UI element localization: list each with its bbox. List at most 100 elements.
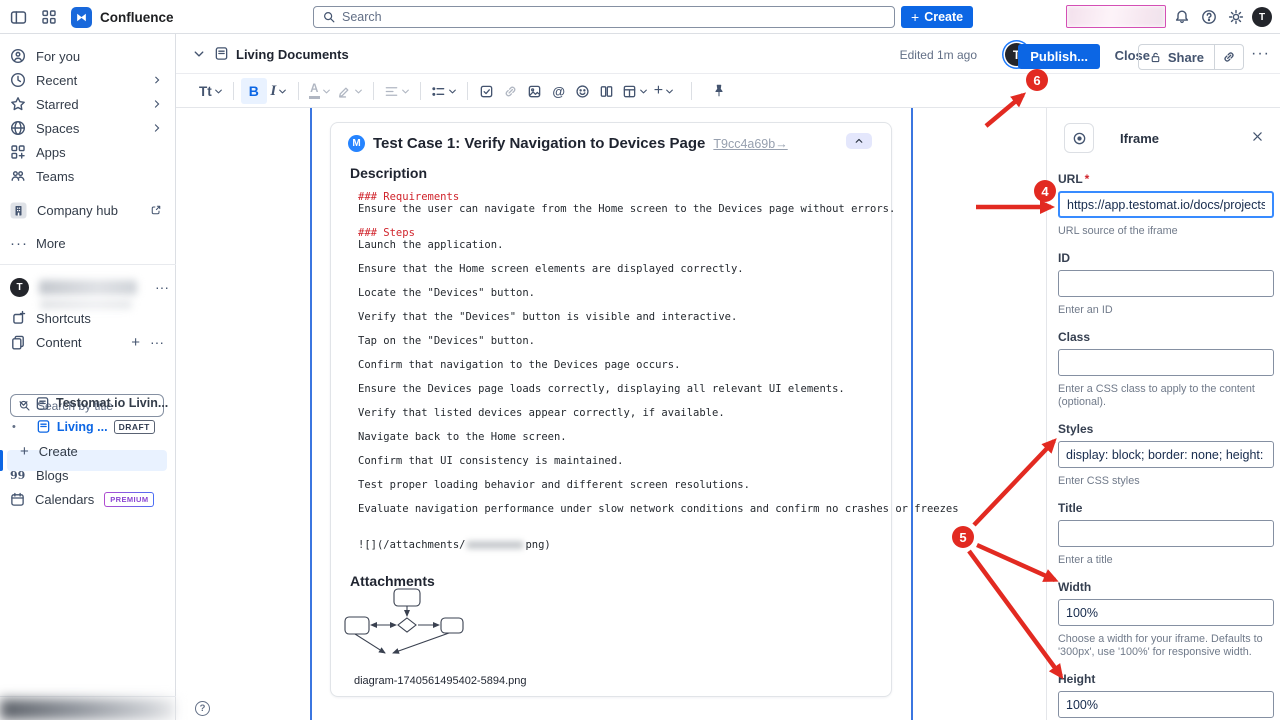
- sidebar-item-content[interactable]: Content + ···: [0, 331, 176, 353]
- attachment-filename: diagram-1740561495402-5894.png: [354, 675, 526, 687]
- sidebar-item-company-hub[interactable]: Company hub: [0, 198, 176, 222]
- sidebar-item-shortcuts[interactable]: Shortcuts: [0, 307, 176, 329]
- sidebar-item-teams[interactable]: Teams: [0, 164, 176, 188]
- sidebar-item-recent[interactable]: Recent: [0, 68, 176, 92]
- create-button[interactable]: + Create: [901, 6, 973, 28]
- field-label: URL*: [1058, 172, 1274, 186]
- text-color-button[interactable]: A: [306, 78, 334, 104]
- insert-more-button[interactable]: +: [651, 78, 677, 104]
- global-search-input[interactable]: Search: [313, 6, 895, 28]
- table-button[interactable]: [619, 78, 651, 104]
- chevron-down-icon: [18, 398, 29, 409]
- publish-button[interactable]: Publish...: [1018, 44, 1100, 69]
- target-icon: [1072, 131, 1087, 146]
- italic-button[interactable]: I: [267, 78, 291, 104]
- list-button[interactable]: [428, 78, 460, 104]
- space-more-icon[interactable]: ···: [155, 279, 169, 295]
- sidebar-item-starred[interactable]: Starred: [0, 92, 176, 116]
- code-line: [358, 275, 878, 287]
- share-button-group: Share: [1138, 44, 1244, 70]
- content-more-icon[interactable]: ···: [150, 334, 164, 350]
- confluence-logo-icon[interactable]: [71, 7, 92, 28]
- pin-toolbar-button[interactable]: [707, 78, 731, 104]
- user-avatar[interactable]: T: [1252, 7, 1272, 27]
- tree-create-button[interactable]: + Create: [0, 440, 176, 462]
- space-header[interactable]: T ···: [0, 274, 176, 300]
- code-line: [358, 443, 878, 455]
- code-line: Verify that the "Devices" button is visi…: [358, 311, 878, 323]
- highlight-button[interactable]: [334, 78, 366, 104]
- editor-help-icon[interactable]: ?: [195, 701, 210, 716]
- mention-button[interactable]: @: [547, 78, 571, 104]
- width-input[interactable]: [1058, 599, 1274, 626]
- link-icon: [1222, 50, 1236, 64]
- code-line: Ensure the user can navigate from the Ho…: [358, 203, 878, 215]
- insert-image-button[interactable]: [523, 78, 547, 104]
- sidebar-item-for-you[interactable]: For you: [0, 44, 176, 68]
- description-heading: Description: [350, 165, 427, 181]
- code-line: Test proper loading behavior and differe…: [358, 479, 878, 491]
- notifications-bell-icon[interactable]: [1174, 9, 1190, 25]
- attachment-diagram[interactable]: [341, 587, 476, 657]
- code-line: ### Steps: [358, 227, 878, 239]
- person-icon: [10, 48, 26, 64]
- settings-gear-icon[interactable]: [1228, 9, 1244, 25]
- editor-toolbar: Tt B I A @: [176, 75, 1280, 108]
- title-input[interactable]: [1058, 520, 1274, 547]
- iframe-selection-border-right: [911, 108, 913, 720]
- align-left-icon: [384, 84, 399, 99]
- bold-button[interactable]: B: [241, 78, 267, 104]
- code-line: Verify that listed devices appear correc…: [358, 407, 878, 419]
- page-title[interactable]: Living Documents: [236, 47, 349, 62]
- panel-close-icon[interactable]: [1251, 130, 1264, 143]
- code-line: [358, 527, 878, 539]
- code-line: Confirm that navigation to the Devices p…: [358, 359, 878, 371]
- collapse-card-button[interactable]: [846, 133, 872, 149]
- test-case-title: Test Case 1: Verify Navigation to Device…: [373, 135, 705, 152]
- field-label: Title: [1058, 501, 1274, 515]
- redacted-filename: [467, 541, 523, 549]
- highlighter-icon: [337, 84, 352, 99]
- alignment-button[interactable]: [381, 78, 413, 104]
- page-more-icon[interactable]: ···: [1251, 45, 1270, 63]
- insert-link-button[interactable]: [499, 78, 523, 104]
- sidebar-item-spaces[interactable]: Spaces: [0, 116, 176, 140]
- task-button[interactable]: [475, 78, 499, 104]
- checkbox-icon: [479, 84, 494, 99]
- code-line: [358, 299, 878, 311]
- help-icon[interactable]: [1201, 9, 1217, 25]
- id-input[interactable]: [1058, 270, 1274, 297]
- styles-input[interactable]: [1058, 441, 1274, 468]
- copy-link-button[interactable]: [1215, 50, 1243, 64]
- sidebar-item-blogs[interactable]: 99 Blogs: [0, 464, 176, 486]
- chevron-right-icon: [152, 123, 162, 133]
- testomat-logo-icon: M: [348, 135, 365, 152]
- tree-item-parent[interactable]: Testomat.io Livin...: [0, 392, 176, 414]
- share-button[interactable]: Share: [1139, 50, 1214, 65]
- url-input[interactable]: [1058, 191, 1274, 218]
- layouts-button[interactable]: [595, 78, 619, 104]
- code-line: Locate the "Devices" button.: [358, 287, 878, 299]
- collapse-title-chevron-icon[interactable]: [193, 48, 205, 60]
- code-line: Tap on the "Devices" button.: [358, 335, 878, 347]
- emoji-button[interactable]: [571, 78, 595, 104]
- iframe-selection-border-left: [310, 108, 312, 720]
- code-line: [358, 395, 878, 407]
- sidebar-item-more[interactable]: ··· More: [0, 231, 176, 255]
- height-input[interactable]: [1058, 691, 1274, 718]
- collapse-sidebar-icon[interactable]: [10, 9, 27, 26]
- sidebar-item-calendars[interactable]: Calendars PREMIUM: [0, 488, 176, 510]
- sidebar-item-apps[interactable]: Apps: [0, 140, 176, 164]
- tree-item-selected-row[interactable]: • Living ... DRAFT: [0, 416, 176, 437]
- page-icon-active: [36, 419, 51, 434]
- iframe-macro-button[interactable]: [1064, 123, 1094, 153]
- add-content-icon[interactable]: +: [131, 334, 140, 351]
- space-avatar: T: [10, 278, 29, 297]
- test-id-link[interactable]: T9cc4a69b→: [713, 137, 787, 151]
- text-style-button[interactable]: Tt: [196, 78, 226, 104]
- class-input[interactable]: [1058, 349, 1274, 376]
- app-switcher-icon[interactable]: [41, 9, 57, 25]
- field-height: HeightChoose a height for your iframe: [1058, 672, 1274, 720]
- globe-icon: [10, 120, 26, 136]
- table-icon: [622, 84, 637, 99]
